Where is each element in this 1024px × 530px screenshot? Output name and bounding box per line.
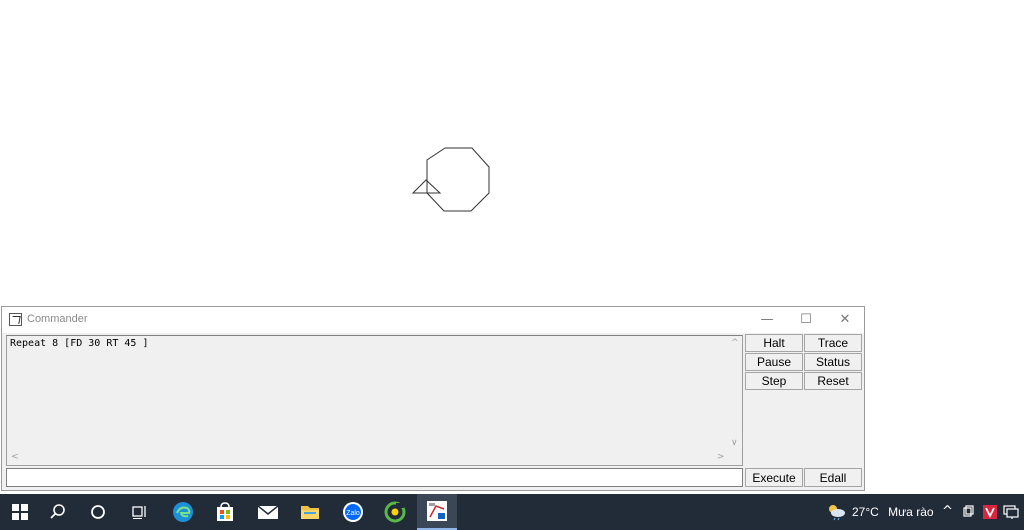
edall-button[interactable]: Edall xyxy=(804,468,862,487)
zalo-label: Zalo xyxy=(346,510,360,517)
maximize-icon[interactable]: ☐ xyxy=(786,307,826,333)
octagon-shape xyxy=(426,147,490,212)
store-icon[interactable] xyxy=(205,494,245,530)
scroll-left-icon[interactable]: < xyxy=(11,452,19,462)
meet-icon[interactable] xyxy=(958,494,980,530)
pause-button[interactable]: Pause xyxy=(745,353,803,371)
history-line: Repeat 8 [FD 30 RT 45 ] xyxy=(10,338,149,349)
weather-condition: Mưa rào xyxy=(888,505,934,519)
status-button[interactable]: Status xyxy=(804,353,862,371)
weather-icon[interactable] xyxy=(822,494,850,530)
minimize-icon[interactable]: — xyxy=(747,307,787,333)
antivirus-icon[interactable] xyxy=(980,494,1000,530)
mail-icon[interactable] xyxy=(248,494,288,530)
scroll-down-icon[interactable]: ∨ xyxy=(731,438,738,448)
chevron-up-icon[interactable]: ^ xyxy=(942,504,953,519)
title-bar[interactable]: Commander — ☐ ✕ xyxy=(2,307,864,333)
file-explorer-icon[interactable] xyxy=(290,494,330,530)
coccoc-icon[interactable] xyxy=(375,494,415,530)
drawing-canvas xyxy=(411,147,490,212)
commander-window: Commander — ☐ ✕ Repeat 8 [FD 30 RT 45 ] … xyxy=(1,306,865,491)
edge-icon[interactable] xyxy=(163,494,203,530)
windows-start-icon[interactable] xyxy=(0,494,40,530)
logo-app-icon xyxy=(9,313,22,326)
reset-button[interactable]: Reset xyxy=(804,372,862,390)
trace-button[interactable]: Trace xyxy=(804,334,862,352)
cortana-icon[interactable] xyxy=(78,494,118,530)
search-icon[interactable] xyxy=(38,494,78,530)
weather-widget[interactable]: 27°C Mưa rào xyxy=(852,505,934,519)
scroll-right-icon[interactable]: > xyxy=(717,452,725,462)
task-view-icon[interactable] xyxy=(120,494,160,530)
window-title: Commander xyxy=(27,313,88,325)
command-history[interactable]: Repeat 8 [FD 30 RT 45 ] ^ ∨ < > xyxy=(6,335,743,466)
close-icon[interactable]: ✕ xyxy=(825,307,865,333)
taskbar: Zalo 27°C Mưa rào ^ xyxy=(0,494,1024,530)
execute-button[interactable]: Execute xyxy=(745,468,803,487)
command-input[interactable] xyxy=(6,468,743,487)
scroll-up-icon[interactable]: ^ xyxy=(731,338,739,348)
step-button[interactable]: Step xyxy=(745,372,803,390)
logo-app-icon[interactable] xyxy=(417,494,457,530)
halt-button[interactable]: Halt xyxy=(745,334,803,352)
zalo-icon[interactable]: Zalo xyxy=(333,494,373,530)
network-icon[interactable] xyxy=(1000,494,1022,530)
weather-temperature: 27°C xyxy=(852,505,879,519)
